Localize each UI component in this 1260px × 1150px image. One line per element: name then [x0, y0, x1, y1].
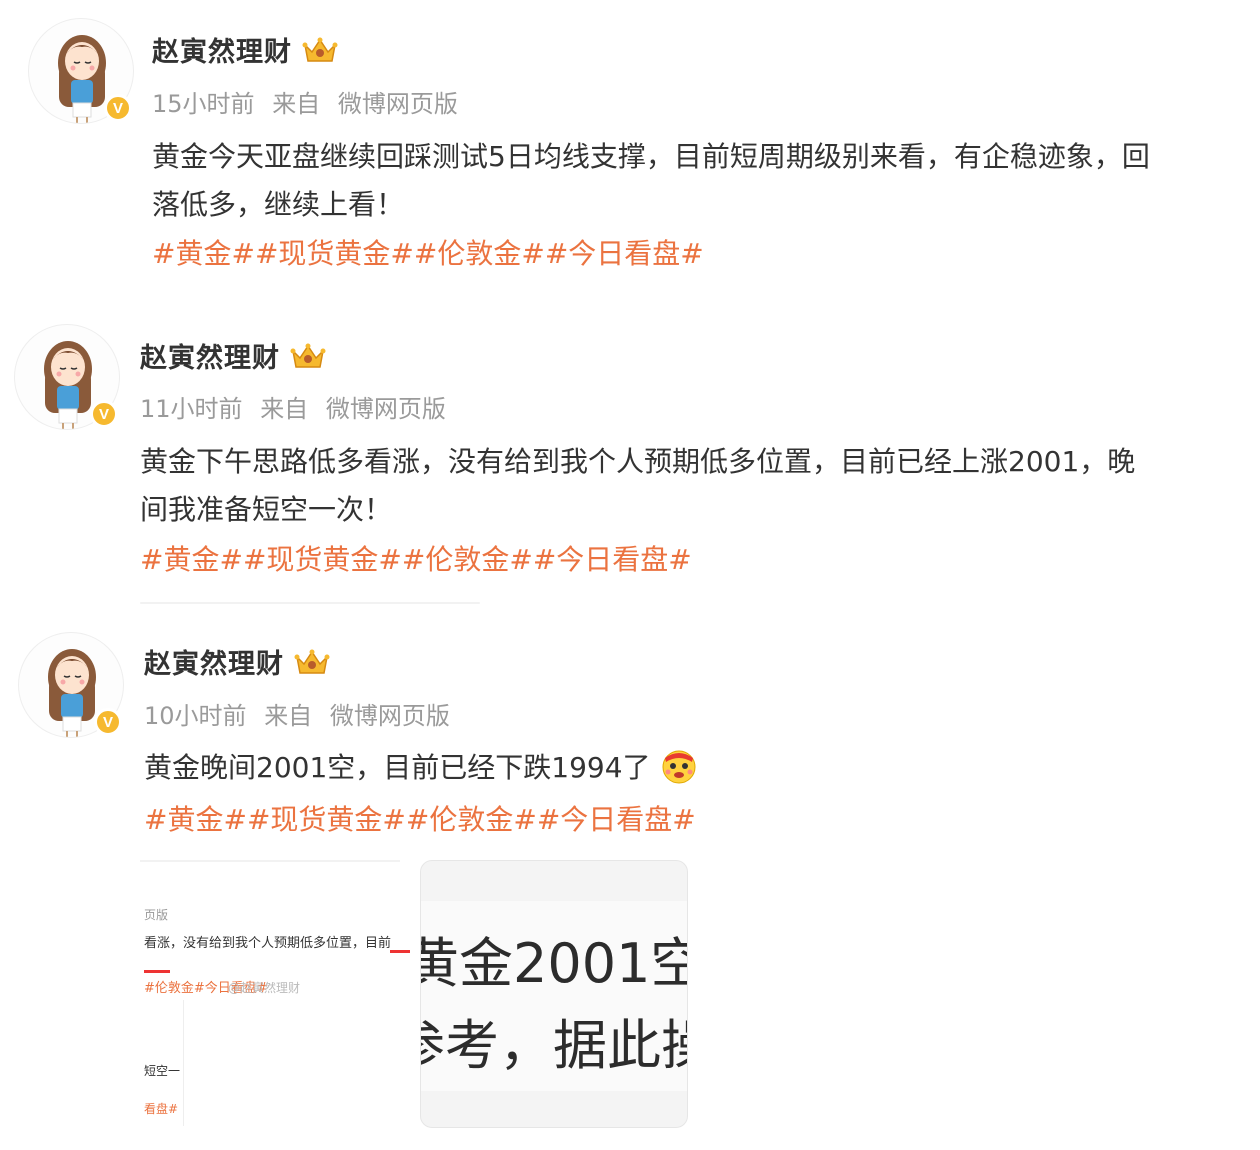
hashtag[interactable]: #现货黄金#	[243, 543, 402, 576]
hashtag[interactable]: #现货黄金#	[247, 803, 406, 836]
divider	[140, 602, 480, 604]
post-text-line: 黄金今天亚盘继续回踩测试5日均线支撑，目前短周期级别来看，有企稳迹象，回	[152, 140, 1150, 173]
avatar[interactable]: V	[18, 632, 124, 738]
post-text-line: 落低多，继续上看！	[152, 188, 405, 221]
hashtag[interactable]: #今日看盘#	[537, 803, 696, 836]
hashtag-list: #黄金##现货黄金##伦敦金##今日看盘#	[144, 798, 696, 838]
post-text-line: 黄金晚间2001空，目前已经下跌1994了	[144, 751, 651, 784]
image-text: 参考，据此操	[421, 1014, 687, 1077]
author-name[interactable]: 赵寅然理财	[140, 336, 280, 375]
verified-badge-icon: V	[90, 400, 118, 428]
hashtag[interactable]: #伦敦金#	[402, 543, 533, 576]
image-watermark: @赵寅然理财	[228, 981, 301, 995]
post-image[interactable]: 页版 看涨，没有给到我个人预期低多位置，目前 #伦敦金#今日看盘# @赵寅然理财…	[140, 860, 410, 1126]
post-text-line: 间我准备短空一次！	[140, 493, 393, 526]
hashtag[interactable]: #黄金#	[144, 803, 247, 836]
post-card: V 赵寅然理财 10小时前 来自 微博网页版 黄金晚间2001空，目前已经下跌1…	[0, 610, 1260, 1150]
image-text: 短空一	[144, 1064, 181, 1078]
hashtag-list: #黄金##现货黄金##伦敦金##今日看盘#	[152, 232, 704, 272]
hashtag[interactable]: #伦敦金#	[406, 803, 537, 836]
emoji-icon	[662, 750, 696, 784]
post-card: V 赵寅然理财 11小时前 来自 微博网页版 黄金下午思路低多看涨，没有给到我个…	[0, 300, 1260, 610]
hashtag[interactable]: #现货黄金#	[255, 237, 414, 270]
post-source: 微博网页版	[337, 90, 458, 118]
post-time[interactable]: 11小时前	[140, 395, 243, 423]
author-name[interactable]: 赵寅然理财	[152, 30, 292, 69]
verified-badge-icon: V	[94, 708, 122, 736]
crown-icon[interactable]	[290, 341, 326, 371]
hashtag[interactable]: #伦敦金#	[414, 237, 545, 270]
author-name[interactable]: 赵寅然理财	[144, 642, 284, 681]
source-prefix: 来自	[272, 90, 321, 118]
image-text: 页版	[144, 908, 169, 922]
post-time[interactable]: 15小时前	[152, 90, 255, 118]
verified-badge-icon: V	[104, 94, 132, 122]
hashtag[interactable]: #今日看盘#	[533, 543, 692, 576]
post-card: V 赵寅然理财 15小时前 来自 微博网页版 黄金今天亚盘继续回踩测试5日均线支…	[0, 0, 1260, 300]
post-image[interactable]: 黄金2001空， 参考，据此操	[420, 860, 688, 1128]
source-prefix: 来自	[264, 702, 313, 730]
avatar[interactable]: V	[28, 18, 134, 124]
post-source: 微博网页版	[329, 702, 450, 730]
image-text: 看涨，没有给到我个人预期低多位置，目前	[144, 936, 392, 951]
source-prefix: 来自	[260, 395, 309, 423]
hashtag[interactable]: #黄金#	[152, 237, 255, 270]
crown-icon[interactable]	[302, 35, 338, 65]
post-text-line: 黄金下午思路低多看涨，没有给到我个人预期低多位置，目前已经上涨2001，晚	[140, 445, 1136, 478]
post-text: 黄金今天亚盘继续回踩测试5日均线支撑，目前短周期级别来看，有企稳迹象，回 落低多…	[152, 133, 1232, 229]
hashtag-list: #黄金##现货黄金##伦敦金##今日看盘#	[140, 538, 692, 578]
image-text: 黄金2001空，	[420, 932, 687, 995]
post-text: 黄金晚间2001空，目前已经下跌1994了	[144, 744, 1234, 792]
avatar[interactable]: V	[14, 324, 120, 430]
hashtag[interactable]: #今日看盘#	[545, 237, 704, 270]
crown-icon[interactable]	[294, 647, 330, 677]
post-source: 微博网页版	[325, 395, 446, 423]
hashtag[interactable]: #黄金#	[140, 543, 243, 576]
post-time[interactable]: 10小时前	[144, 702, 247, 730]
image-text: 看盘#	[144, 1102, 179, 1116]
post-text: 黄金下午思路低多看涨，没有给到我个人预期低多位置，目前已经上涨2001，晚 间我…	[140, 438, 1230, 534]
